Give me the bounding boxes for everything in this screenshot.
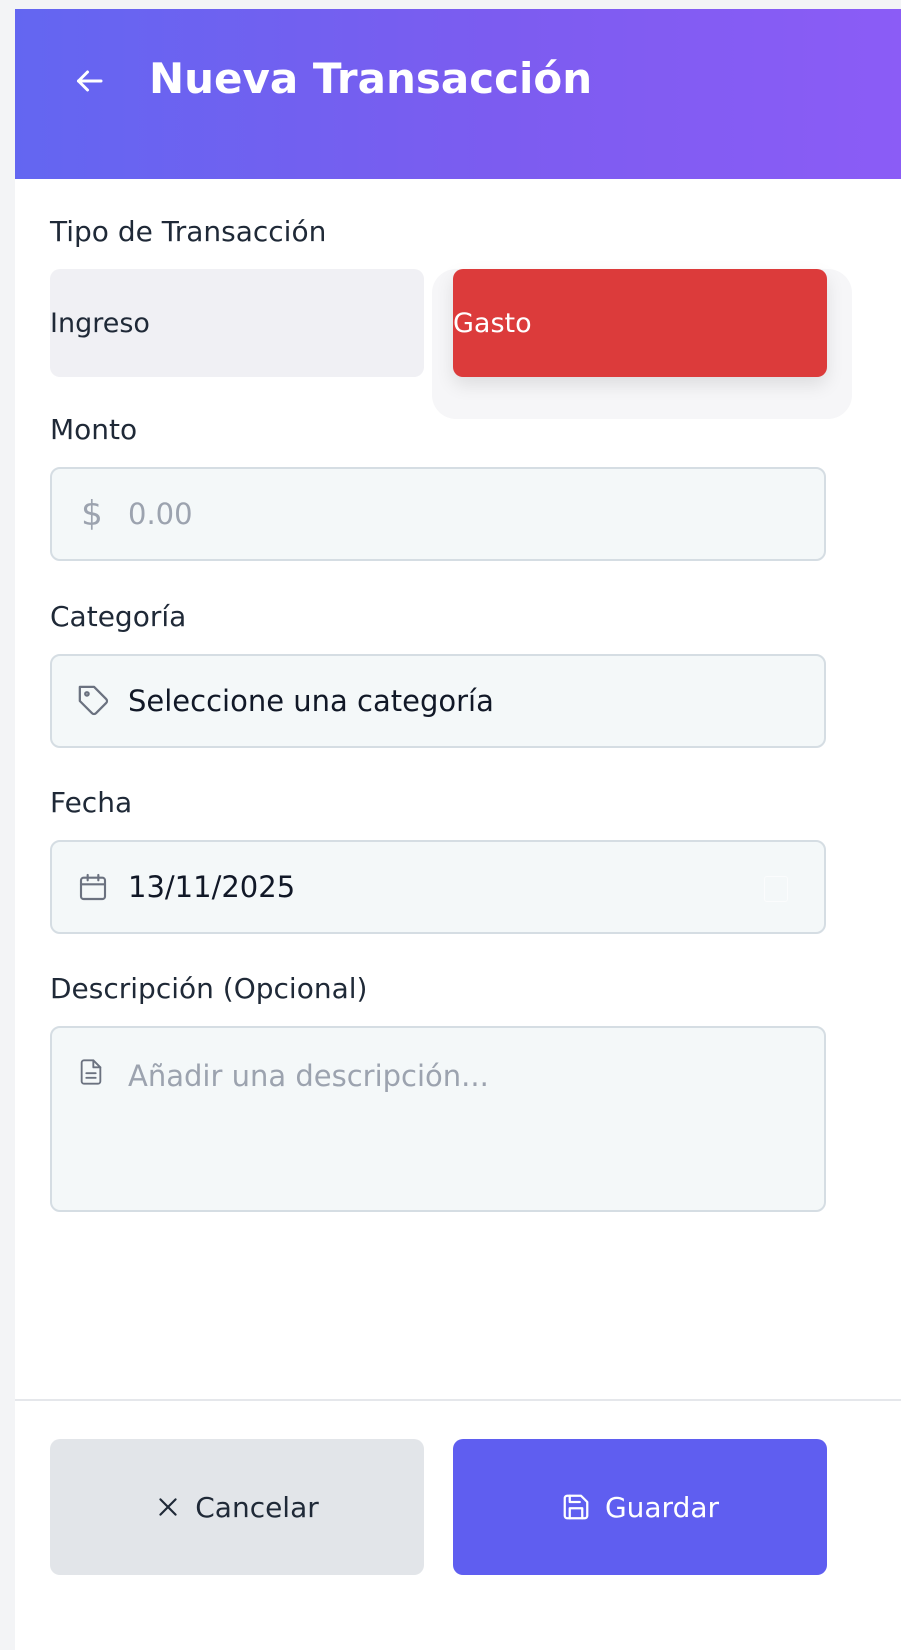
expense-type-label: Gasto <box>453 307 532 339</box>
expense-type-button[interactable]: Gasto <box>453 269 827 377</box>
date-value: 13/11/2025 <box>128 870 296 904</box>
category-label: Categoría <box>50 600 187 633</box>
amount-placeholder: 0.00 <box>128 497 193 531</box>
dollar-icon: $ <box>81 494 103 534</box>
amount-label: Monto <box>50 413 138 446</box>
cancel-label: Cancelar <box>195 1490 319 1524</box>
save-icon <box>563 1494 589 1520</box>
income-type-label: Ingreso <box>50 307 150 339</box>
close-icon <box>159 1498 177 1516</box>
page-title: Nueva Transacción <box>149 54 593 103</box>
transaction-type-label: Tipo de Transacción <box>50 215 327 248</box>
tag-icon <box>76 683 112 719</box>
date-picker-icon[interactable] <box>764 876 788 902</box>
description-label: Descripción (Opcional) <box>50 972 368 1005</box>
income-type-button[interactable]: Ingreso <box>50 269 424 377</box>
date-label: Fecha <box>50 786 133 819</box>
cancel-button[interactable]: Cancelar <box>50 1439 424 1575</box>
footer-divider <box>15 1399 901 1401</box>
new-transaction-screen: Nueva Transacción Tipo de Transacción In… <box>15 9 901 1650</box>
date-input[interactable]: 13/11/2025 <box>50 840 826 934</box>
save-button[interactable]: Guardar <box>453 1439 827 1575</box>
back-button[interactable] <box>67 59 111 103</box>
document-icon <box>76 1054 106 1090</box>
app-header: Nueva Transacción <box>15 9 901 179</box>
arrow-left-icon <box>77 70 103 92</box>
description-textarea[interactable]: Añadir una descripción... <box>50 1026 826 1212</box>
save-label: Guardar <box>604 1490 720 1524</box>
calendar-icon <box>76 869 110 905</box>
description-placeholder: Añadir una descripción... <box>128 1059 489 1093</box>
amount-input[interactable]: $ 0.00 <box>50 467 826 561</box>
category-select[interactable]: Seleccione una categoría <box>50 654 826 748</box>
category-value: Seleccione una categoría <box>128 684 494 718</box>
